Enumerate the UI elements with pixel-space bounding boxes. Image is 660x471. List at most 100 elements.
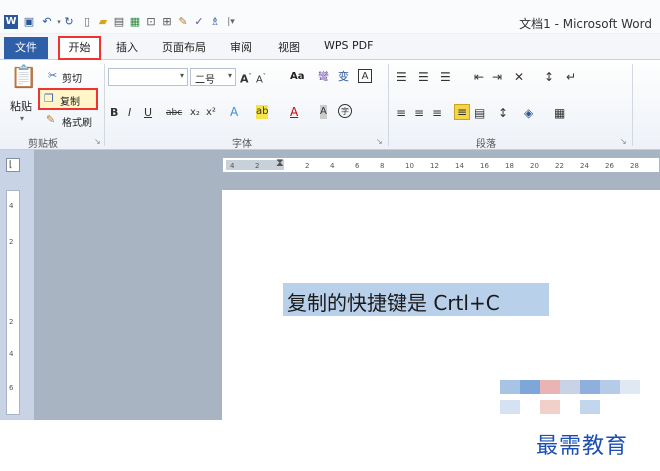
chevron-down-icon: ▾ [227, 71, 232, 80]
line-spacing-icon[interactable]: ↕ [498, 106, 508, 120]
vertical-ruler[interactable]: 4 2 2 4 6 [6, 190, 20, 415]
chevron-down-icon: ▾ [179, 71, 184, 80]
scissors-icon[interactable]: ✂ [48, 69, 57, 83]
paragraph-launcher-icon[interactable]: ↘ [620, 135, 627, 149]
decrease-indent-icon[interactable]: ⇤ [474, 70, 484, 84]
ruler-tick-label: 28 [630, 162, 639, 170]
drawing-icon[interactable]: ✓ [192, 15, 206, 29]
shrink-font-icon[interactable]: A˅ [256, 70, 266, 87]
ruler-tick-label: 4 [330, 162, 335, 170]
ruler-tick-label: 8 [380, 162, 385, 170]
phonetic-guide-icon[interactable]: 变 [338, 70, 349, 84]
tab-page-layout[interactable]: 页面布局 [162, 39, 206, 55]
character-shading-icon[interactable]: A [320, 105, 327, 119]
align-right-icon[interactable]: ≡ [432, 106, 442, 120]
format-painter-button[interactable]: 格式刷 [62, 114, 92, 129]
ruler-tick-label: 18 [505, 162, 514, 170]
copy-icon: ❐ [44, 92, 54, 105]
paste-icon[interactable]: 📋 [10, 66, 37, 90]
font-color-icon[interactable]: A [290, 105, 298, 119]
clipboard-group-label: 剪贴板 [28, 139, 58, 150]
italic-icon[interactable]: I [128, 106, 131, 120]
mosaic-tile [620, 380, 640, 394]
save-icon[interactable]: ▣ [22, 15, 36, 29]
sort-icon[interactable]: ↕ [544, 70, 554, 84]
organization-icon[interactable]: ♗ [208, 15, 222, 29]
brush-icon[interactable]: ✎ [46, 113, 55, 127]
numbering-icon[interactable]: ☰ [418, 70, 429, 84]
tab-view[interactable]: 视图 [278, 39, 300, 55]
format-painter-icon[interactable]: ✎ [176, 15, 190, 29]
mosaic-tile [580, 380, 600, 394]
ruler-tick-label: 2 [255, 162, 260, 170]
customize-icon[interactable]: |▾ [224, 15, 238, 29]
mosaic-tile [600, 380, 620, 394]
print-icon[interactable]: ▤ [112, 15, 126, 29]
document-text[interactable]: 复制的快捷键是 Crtl+C [287, 287, 500, 316]
tab-selector[interactable]: ⌊ [6, 158, 20, 172]
word-logo-icon[interactable]: W [4, 15, 18, 29]
font-launcher-icon[interactable]: ↘ [376, 135, 383, 149]
distribute-icon[interactable]: ▤ [474, 106, 485, 120]
mosaic-tile [540, 380, 560, 394]
redo-icon[interactable]: ↻ [62, 15, 76, 29]
chinese-layout-icon[interactable]: ✕ [514, 70, 524, 84]
ruler-tick-label: 20 [530, 162, 539, 170]
print-preview-icon[interactable]: ⊡ [144, 15, 158, 29]
ruler-tick-label: 26 [605, 162, 614, 170]
ruler-tick-label: 16 [480, 162, 489, 170]
watermark-text: 最需教育 [536, 434, 629, 459]
tab-insert[interactable]: 插入 [116, 39, 138, 55]
email-icon[interactable]: ▦ [128, 15, 142, 29]
vruler-tick: 6 [9, 384, 14, 392]
increase-indent-icon[interactable]: ⇥ [492, 70, 502, 84]
strikethrough-icon[interactable]: abc [166, 106, 182, 120]
new-doc-icon[interactable]: ▯ [80, 15, 94, 29]
vruler-tick: 4 [9, 350, 14, 358]
tab-file[interactable]: 文件 [4, 37, 48, 59]
underline-icon[interactable]: U [144, 106, 152, 120]
enclose-character-icon[interactable]: 字 [338, 104, 352, 118]
change-case-button[interactable]: Aa [290, 71, 305, 82]
mosaic-tile [580, 400, 600, 414]
align-center-icon[interactable]: ≡ [414, 106, 424, 120]
highlight-icon[interactable]: ab [256, 105, 269, 119]
vruler-tick: 4 [9, 202, 14, 210]
mosaic-tile [520, 380, 540, 394]
show-marks-icon[interactable]: ↵ [566, 70, 576, 84]
bullets-icon[interactable]: ☰ [396, 70, 407, 84]
group-divider [388, 64, 389, 146]
open-icon[interactable]: ▰ [96, 15, 110, 29]
copy-label: 复制 [60, 97, 80, 108]
ruler-tick-label: 10 [405, 162, 414, 170]
spelling-icon[interactable]: ⊞ [160, 15, 174, 29]
subscript-icon[interactable]: x₂ [190, 106, 200, 120]
cut-button[interactable]: 剪切 [62, 70, 82, 85]
clipboard-launcher-icon[interactable]: ↘ [94, 135, 101, 149]
borders-icon[interactable]: ▦ [554, 106, 565, 120]
font-name-combo[interactable]: ▾ [108, 68, 188, 86]
grow-font-icon[interactable]: A˄ [240, 70, 252, 87]
shading-icon[interactable]: ◈ [524, 106, 533, 120]
character-border-icon[interactable]: A [358, 69, 372, 83]
align-left-icon[interactable]: ≡ [396, 106, 406, 120]
clear-format-icon[interactable]: 彎 [318, 70, 329, 84]
superscript-icon[interactable]: x² [206, 106, 216, 120]
mosaic-tile [540, 400, 560, 414]
text-effects-icon[interactable]: A [230, 105, 238, 119]
paste-dropdown-icon[interactable]: ▾ [20, 112, 24, 126]
bold-icon[interactable]: B [110, 106, 118, 120]
tab-home[interactable]: 开始 [58, 36, 101, 60]
tab-stop-icon: ⌊ [9, 160, 13, 170]
font-size-combo[interactable]: 二号 ▾ [190, 68, 236, 86]
mosaic-tile [500, 380, 520, 394]
paragraph-group-label: 段落 [476, 139, 496, 150]
multilevel-list-icon[interactable]: ☰ [440, 70, 451, 84]
ruler-ticks: 4 2 2 4 6 8 10 12 14 16 18 20 22 24 26 28 [222, 159, 660, 171]
font-size-value: 二号 [195, 75, 215, 86]
tab-wps-pdf[interactable]: WPS PDF [324, 39, 373, 52]
tab-review[interactable]: 审阅 [230, 39, 252, 55]
justify-icon[interactable]: ≡ [454, 104, 470, 120]
vruler-tick: 2 [9, 238, 14, 246]
font-group-label: 字体 [232, 139, 252, 150]
